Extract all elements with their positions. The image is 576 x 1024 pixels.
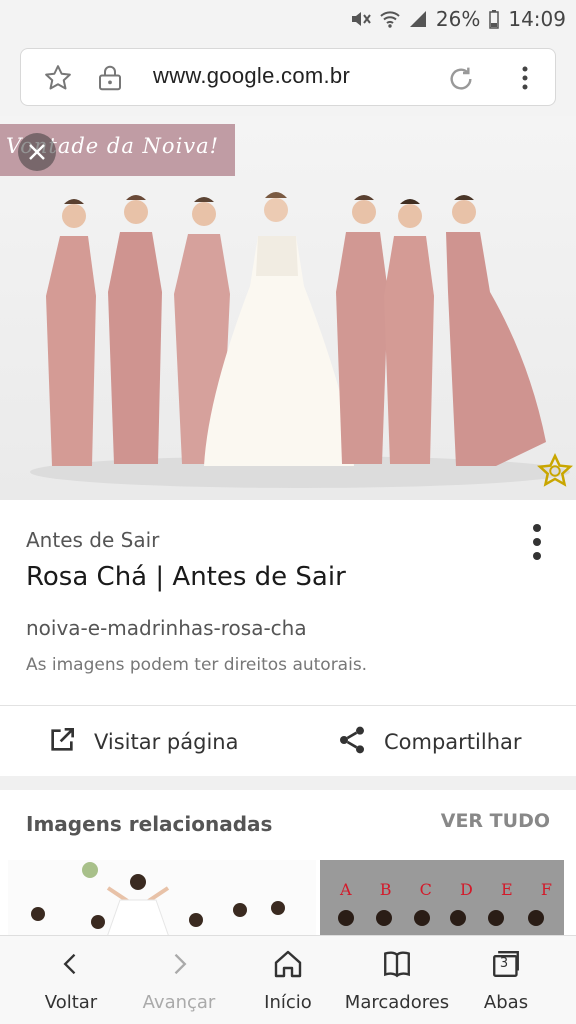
home-icon xyxy=(272,936,304,992)
source-name[interactable]: Antes de Sair xyxy=(26,528,159,552)
share-button[interactable]: Compartilhar xyxy=(336,720,522,764)
status-bar: 26% 14:09 xyxy=(0,0,576,40)
bottom-navigation: Voltar Avançar Início Marcadores 3 Abas xyxy=(0,935,576,1024)
home-label: Início xyxy=(264,992,312,1013)
star-badge-icon xyxy=(536,452,574,494)
back-label: Voltar xyxy=(44,992,98,1013)
see-all-link[interactable]: VER TUDO xyxy=(441,810,550,832)
related-thumbnail[interactable] xyxy=(8,860,316,935)
related-thumbnail[interactable]: A B C D E F xyxy=(320,860,564,935)
more-vert-icon[interactable] xyxy=(515,63,535,97)
clock: 14:09 xyxy=(508,7,566,31)
tabs-button[interactable]: 3 Abas xyxy=(470,936,542,1024)
result-title[interactable]: Rosa Chá | Antes de Sair xyxy=(26,562,346,592)
battery-icon xyxy=(488,9,500,29)
signal-icon xyxy=(408,9,428,29)
visit-page-label: Visitar página xyxy=(94,730,239,754)
tabs-icon: 3 xyxy=(489,936,523,992)
forward-button[interactable]: Avançar xyxy=(138,936,220,1024)
forward-label: Avançar xyxy=(142,992,216,1013)
tabs-count: 3 xyxy=(499,956,509,971)
visit-page-button[interactable]: Visitar página xyxy=(46,720,238,764)
share-label: Compartilhar xyxy=(384,730,522,754)
chevron-left-icon xyxy=(57,936,85,992)
home-button[interactable]: Início xyxy=(250,936,326,1024)
wifi-icon xyxy=(380,9,400,29)
result-filename: noiva-e-madrinhas-rosa-cha xyxy=(26,616,307,640)
bookmarks-label: Marcadores xyxy=(344,992,450,1013)
close-icon[interactable] xyxy=(18,133,56,171)
image-preview[interactable]: Vontade da Noiva! xyxy=(0,116,576,500)
copyright-note: As imagens podem ter direitos autorais. xyxy=(26,655,368,675)
related-images-section: Imagens relacionadas VER TUDO A B C D E … xyxy=(0,790,576,935)
bookmarks-icon xyxy=(380,936,414,992)
more-options-icon[interactable] xyxy=(522,522,552,562)
address-bar[interactable]: www.google.com.br xyxy=(20,48,556,106)
star-icon[interactable] xyxy=(43,63,73,97)
back-button[interactable]: Voltar xyxy=(30,936,112,1024)
bookmarks-button[interactable]: Marcadores xyxy=(340,936,454,1024)
reload-icon[interactable] xyxy=(445,63,477,99)
result-info: Antes de Sair Rosa Chá | Antes de Sair n… xyxy=(0,500,576,776)
url-text[interactable]: www.google.com.br xyxy=(153,63,350,89)
mute-icon xyxy=(350,9,372,29)
open-in-new-icon xyxy=(46,724,78,761)
chevron-right-icon xyxy=(165,936,193,992)
lock-icon xyxy=(95,63,125,97)
share-icon xyxy=(336,724,368,761)
address-bar-area: www.google.com.br xyxy=(0,40,576,116)
divider xyxy=(0,705,576,706)
related-images-title: Imagens relacionadas xyxy=(26,812,273,836)
tabs-label: Abas xyxy=(483,992,529,1013)
battery-level: 26% xyxy=(435,7,481,31)
